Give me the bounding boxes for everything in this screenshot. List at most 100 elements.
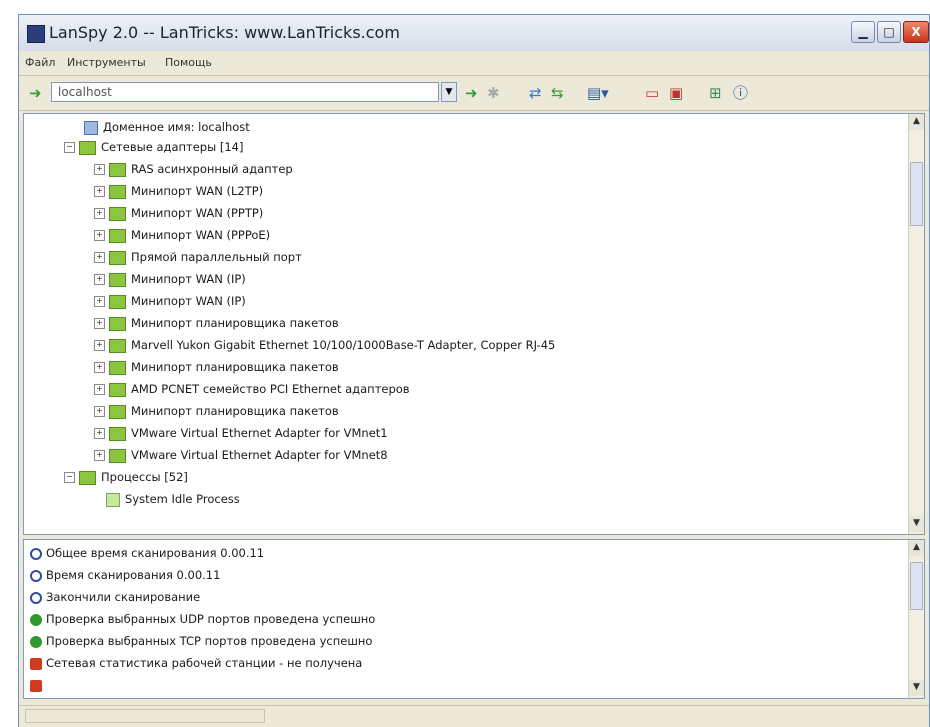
adapter-icon xyxy=(109,272,126,287)
tree-item[interactable]: + Минипорт WAN (PPTP) xyxy=(94,206,263,226)
results-tree[interactable]: Доменное имя: localhost − Сетевые адаптер… xyxy=(23,113,925,535)
stop-icon[interactable]: ✱ xyxy=(487,86,500,101)
expand-icon[interactable]: + xyxy=(94,186,105,197)
menu-help[interactable]: Помощь xyxy=(165,56,212,69)
window-title: LanSpy 2.0 -- LanTricks: www.LanTricks.c… xyxy=(49,23,400,42)
close-button[interactable]: X xyxy=(903,21,929,43)
log-item xyxy=(30,678,46,692)
tree-item[interactable]: + Минипорт планировщика пакетов xyxy=(94,360,339,380)
scroll-thumb[interactable] xyxy=(910,162,923,226)
info-status-icon xyxy=(30,591,42,604)
log-item: Сетевая статистика рабочей станции - не … xyxy=(30,656,362,670)
address-input[interactable]: localhost xyxy=(51,82,439,102)
tree-item[interactable]: − Процессы [52] xyxy=(64,470,188,490)
forward-icon[interactable]: ➜ xyxy=(465,86,478,101)
tree-item[interactable]: + Минипорт WAN (L2TP) xyxy=(94,184,263,204)
tree-item[interactable]: + Прямой параллельный порт xyxy=(94,250,302,270)
info-icon[interactable]: ⓘ xyxy=(733,86,748,101)
collapse-icon[interactable]: − xyxy=(64,472,75,483)
expand-icon[interactable]: + xyxy=(94,428,105,439)
adapter-icon xyxy=(109,184,126,199)
expand-icon[interactable]: + xyxy=(94,406,105,417)
adapter-icon xyxy=(109,448,126,463)
log-item: Закончили сканирование xyxy=(30,590,200,604)
tree-scrollbar[interactable]: ▲ ▼ xyxy=(908,114,924,534)
status-bar xyxy=(19,705,929,727)
expand-icon[interactable]: + xyxy=(94,340,105,351)
scroll-down-icon[interactable]: ▼ xyxy=(909,680,924,696)
address-dropdown-button[interactable]: ▼ xyxy=(441,82,457,102)
adapter-icon xyxy=(109,228,126,243)
log-panel[interactable]: Общее время сканирования 0.00.11 Время с… xyxy=(23,539,925,699)
view-menu-icon[interactable]: ▤▾ xyxy=(587,86,609,101)
tree-item[interactable]: + Минипорт планировщика пакетов xyxy=(94,316,339,336)
tree-item[interactable]: + Минипорт WAN (PPPoE) xyxy=(94,228,270,248)
expand-icon[interactable]: + xyxy=(94,274,105,285)
log-item: Время сканирования 0.00.11 xyxy=(30,568,220,582)
adapter-icon xyxy=(109,250,126,265)
tree-item[interactable]: Доменное имя: localhost xyxy=(84,120,250,140)
tree-item[interactable]: + RAS асинхронный адаптер xyxy=(94,162,293,182)
log-item: Общее время сканирования 0.00.11 xyxy=(30,546,264,560)
adapter-icon xyxy=(109,360,126,375)
adapter-icon xyxy=(109,426,126,441)
adapter-icon xyxy=(109,162,126,177)
expand-icon[interactable]: + xyxy=(94,318,105,329)
menu-tools[interactable]: Инструменты xyxy=(67,56,146,69)
tree-item[interactable]: + VMware Virtual Ethernet Adapter for VMn… xyxy=(94,426,388,446)
info-status-icon xyxy=(30,569,42,582)
minimize-button[interactable]: ▁ xyxy=(851,21,875,43)
go-arrow-icon[interactable]: ➜ xyxy=(29,84,42,102)
scroll-thumb[interactable] xyxy=(910,562,923,610)
tree-item[interactable]: + Минипорт WAN (IP) xyxy=(94,272,246,292)
expand-icon[interactable]: + xyxy=(94,450,105,461)
tree-item[interactable]: + Marvell Yukon Gigabit Ethernet 10/100/1… xyxy=(94,338,555,358)
expand-icon[interactable]: + xyxy=(94,252,105,263)
scroll-down-icon[interactable]: ▼ xyxy=(909,516,924,532)
report-icon[interactable]: ▣ xyxy=(669,86,683,101)
expand-icon[interactable]: + xyxy=(94,230,105,241)
expand-icon[interactable]: + xyxy=(94,208,105,219)
adapter-icon xyxy=(109,206,126,221)
toolbar: ➜ localhost ▼ ➜ ✱ ⇄ ⇆ ▤▾ ▭ ▣ ⊞ ⓘ xyxy=(19,76,929,111)
tree-item[interactable]: + Минипорт WAN (IP) xyxy=(94,294,246,314)
adapter-icon xyxy=(109,294,126,309)
expand-icon[interactable]: + xyxy=(94,164,105,175)
title-bar[interactable]: LanSpy 2.0 -- LanTricks: www.LanTricks.c… xyxy=(19,15,929,51)
maximize-button[interactable]: □ xyxy=(877,21,901,43)
tree-item[interactable]: + AMD PCNET семейство PCI Ethernet адапте… xyxy=(94,382,410,402)
scroll-up-icon[interactable]: ▲ xyxy=(909,114,924,130)
adapter-icon xyxy=(109,316,126,331)
scan-icon[interactable]: ⇄ xyxy=(529,86,542,101)
scroll-up-icon[interactable]: ▲ xyxy=(909,540,924,556)
adapter-icon xyxy=(109,404,126,419)
collapse-icon[interactable]: − xyxy=(64,142,75,153)
process-icon xyxy=(106,492,120,507)
info-status-icon xyxy=(30,547,42,560)
log-item: Проверка выбранных TCP портов проведена … xyxy=(30,634,372,648)
menu-bar: Файл Инструменты Помощь xyxy=(19,51,929,76)
scan-ports-icon[interactable]: ⇆ xyxy=(551,86,564,101)
address-value: localhost xyxy=(58,85,112,99)
success-status-icon xyxy=(30,635,42,648)
error-status-icon xyxy=(30,657,42,670)
adapter-icon xyxy=(109,338,126,353)
expand-icon[interactable]: + xyxy=(94,384,105,395)
tree-item[interactable]: − Сетевые адаптеры [14] xyxy=(64,140,243,160)
success-status-icon xyxy=(30,613,42,626)
domain-icon xyxy=(84,120,98,135)
tree-item[interactable]: System Idle Process xyxy=(106,492,240,512)
app-window: LanSpy 2.0 -- LanTricks: www.LanTricks.c… xyxy=(18,14,930,727)
tree-item[interactable]: + Минипорт планировщика пакетов xyxy=(94,404,339,424)
expand-icon[interactable]: + xyxy=(94,362,105,373)
tree-item[interactable]: + VMware Virtual Ethernet Adapter for VMn… xyxy=(94,448,388,468)
processes-folder-icon xyxy=(79,470,96,485)
network-icon[interactable]: ⊞ xyxy=(709,86,722,101)
error-status-icon xyxy=(30,679,42,692)
expand-icon[interactable]: + xyxy=(94,296,105,307)
adapter-icon xyxy=(109,382,126,397)
log-scrollbar[interactable]: ▲ ▼ xyxy=(908,540,924,698)
menu-file[interactable]: Файл xyxy=(25,56,55,69)
page-icon[interactable]: ▭ xyxy=(645,86,659,101)
app-icon xyxy=(27,25,45,43)
